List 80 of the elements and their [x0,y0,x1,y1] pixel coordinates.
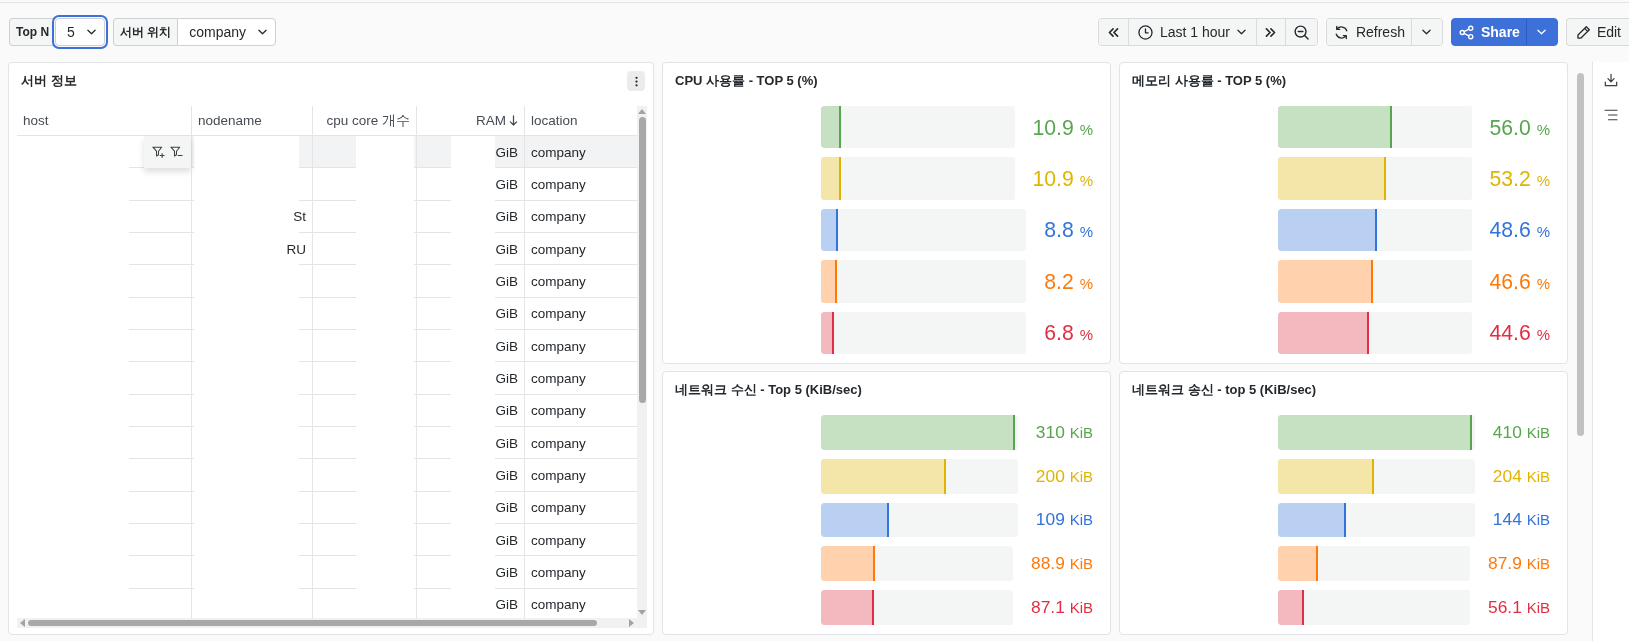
zoom-out-button[interactable] [1284,19,1317,45]
table-cell-text: company [530,564,587,583]
table-cell-text: company [530,402,587,421]
filter-plus-icon[interactable] [152,146,165,159]
caret-icon [86,29,96,35]
gauge-value: 8.2 % [1043,269,1093,294]
table-cell-text: company [530,499,587,518]
scrollbar-thumb[interactable] [28,620,597,626]
table-cell-text: company [530,208,587,227]
table-cell-text: company [530,370,587,389]
horizontal-scrollbar[interactable] [17,618,637,628]
share-icon [1458,24,1474,40]
vertical-dots-icon [634,75,638,87]
double-chevron-left-icon [1107,27,1119,37]
panel-title: CPU 사용률 - TOP 5 (%) [675,73,818,89]
gauge-value: 144 KiB [1491,510,1550,530]
table-cell-text: company [530,434,587,453]
refresh-icon [1333,24,1349,40]
vertical-scrollbar[interactable] [637,106,647,628]
scroll-down-icon[interactable] [638,610,646,615]
table-cell: GiB [417,265,525,298]
panel-title: 네트워크 송신 - top 5 (KiB/sec) [1132,382,1317,398]
gauge-value: 200 KiB [1034,466,1093,486]
table-cell-text: company [530,240,587,259]
table-cell-text: company [530,467,587,486]
table-cell: GiB [417,459,525,492]
variable-select[interactable]: 5 [55,18,105,46]
gauge-value: 53.2 % [1488,166,1550,191]
panel-title: 네트워크 수신 - Top 5 (KiB/sec) [675,382,862,398]
double-chevron-right-icon [1265,27,1277,37]
table-cell: GiB [417,168,525,201]
caret-icon [258,29,268,35]
edit-button[interactable]: Edit [1565,18,1629,46]
filter-minus-icon[interactable] [170,146,183,159]
gauge-value: 10.9 % [1031,115,1093,139]
gauge-value: 10.9 % [1031,166,1093,191]
gauge-value: 87.1 KiB [1030,598,1093,618]
scroll-left-icon[interactable] [20,619,25,627]
table-cell-text: company [530,305,587,324]
panel-title: 메모리 사용률 - TOP 5 (%) [1132,73,1287,89]
panel-menu-button[interactable] [627,71,645,91]
zoom-out-icon [1293,24,1309,40]
refresh-interval-button[interactable] [1410,19,1442,45]
gauge-value: 204 KiB [1491,466,1550,486]
gauge-value: 310 KiB [1034,422,1093,442]
caret-icon [1537,29,1547,35]
table-cell-text: company [530,337,587,356]
arrow-down-icon [509,115,518,126]
scroll-up-icon[interactable] [638,109,646,114]
gauge-value: 8.8 % [1043,218,1093,242]
clock-icon [1137,24,1153,40]
scroll-right-icon[interactable] [629,619,634,627]
variable-label: Top N [9,18,56,46]
variable-label: 서버 위치 [112,18,178,46]
table-cell-text: company [530,176,587,194]
gauge-value: 56.0 % [1488,115,1550,139]
gauge-value: 109 KiB [1034,510,1093,530]
list-icon[interactable] [1604,109,1618,121]
gauge-value: 56.1 KiB [1487,598,1550,618]
table-cell-text: company [530,273,587,292]
gauge-value: 88.9 KiB [1030,554,1093,574]
download-icon[interactable] [1604,73,1618,87]
panel-title: 서버 정보 [21,73,77,89]
table-cell-text: company [530,143,587,162]
caret-icon [1422,29,1432,35]
gauge-value: 87.9 KiB [1487,554,1550,574]
scrollbar-thumb[interactable] [1577,73,1584,436]
variable-select[interactable]: company [177,18,277,46]
pencil-icon [1575,24,1591,40]
gauge-value: 6.8 % [1043,321,1093,345]
gauge-value: 48.6 % [1488,218,1550,242]
caret-icon [1236,29,1246,35]
gauge-value: 44.6 % [1488,321,1550,345]
table-cell-text: company [530,531,587,550]
gauge-value: 46.6 % [1488,269,1550,294]
scrollbar-thumb[interactable] [638,117,646,403]
table-cell: GiB [417,362,525,395]
table-cell-text: company [530,596,587,615]
table-cell: GiB [417,556,525,589]
gauge-value: 410 KiB [1491,422,1550,442]
